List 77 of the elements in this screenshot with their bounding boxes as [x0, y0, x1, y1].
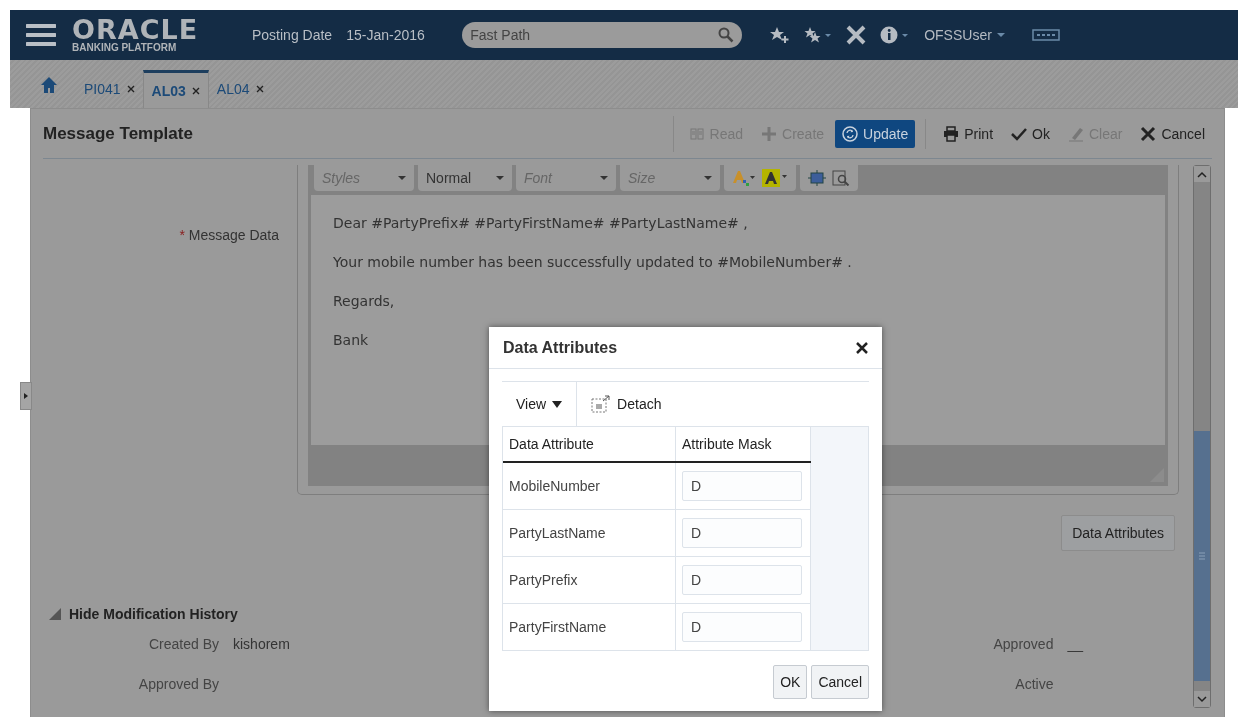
attribute-mask-field[interactable]: D — [682, 565, 802, 595]
caret-icon — [398, 175, 406, 181]
tab[interactable]: PI041 — [76, 70, 143, 108]
detach-button[interactable]: Detach — [577, 395, 676, 413]
update-button[interactable]: Update — [835, 119, 916, 148]
grip-icon — [1199, 552, 1205, 560]
message-paragraph: Regards, — [333, 293, 395, 309]
info-dropdown-icon[interactable] — [880, 26, 911, 44]
ok-button[interactable]: Ok — [1004, 119, 1057, 148]
attribute-mask-field[interactable]: D — [682, 471, 802, 501]
message-paragraph: Bank — [333, 332, 369, 348]
scroll-down-icon[interactable] — [1197, 695, 1207, 703]
star-plus-icon[interactable] — [770, 26, 791, 44]
close-tab-icon[interactable] — [191, 86, 200, 95]
dialog-button[interactable]: OK — [773, 665, 808, 699]
column-header: Data Attribute — [503, 427, 676, 462]
close-tab-icon[interactable] — [255, 85, 264, 93]
printer-icon — [943, 125, 960, 142]
refresh-icon — [842, 125, 859, 142]
table-cell: MobileNumber — [503, 462, 676, 510]
cancel-button[interactable]: Cancel — [1133, 119, 1212, 148]
field-label: Active — [1014, 676, 1054, 692]
logo-wordmark: ORACLE — [72, 17, 200, 42]
close-icon — [856, 342, 868, 354]
print-button[interactable]: Print — [936, 119, 1001, 148]
stars-dropdown-icon[interactable] — [804, 26, 833, 44]
message-data-label: * Message Data — [179, 227, 279, 243]
table-cell: PartyFirstName — [503, 603, 676, 650]
table-cell: PartyPrefix — [503, 556, 676, 604]
dialog-title: Data Attributes — [503, 338, 618, 357]
scroll-up-icon[interactable] — [1197, 170, 1207, 178]
text-color-icon[interactable] — [732, 170, 756, 186]
sidebar-handle[interactable] — [20, 382, 32, 410]
field-label: Approved By — [137, 676, 219, 692]
detach-icon — [591, 395, 612, 413]
message-paragraph: Dear #PartyPrefix# #PartyFirstName# #PartyLastName# , — [333, 215, 748, 231]
user-menu[interactable]: OFSSUser — [924, 27, 1006, 43]
eraser-icon — [1067, 125, 1084, 142]
attribute-mask-field[interactable]: D — [682, 518, 802, 548]
close-icon — [1140, 125, 1157, 142]
fast-path-search-field[interactable]: Fast Path — [462, 22, 743, 48]
data-attributes-button[interactable]: Data Attributes — [1061, 515, 1175, 551]
close-icon[interactable] — [846, 25, 867, 45]
posting-date-label: Posting Date — [252, 27, 333, 43]
caret-icon — [496, 175, 504, 181]
field-value: __ — [1067, 636, 1083, 652]
view-menu[interactable]: View — [502, 382, 578, 426]
posting-date-value: 15-Jan-2016 — [346, 27, 426, 43]
close-tab-icon[interactable] — [126, 85, 135, 93]
home-icon[interactable] — [40, 76, 58, 94]
message-paragraph: Your mobile number has been successfully updated to #MobileNumber# . — [333, 254, 852, 270]
dialog-button[interactable]: Cancel — [811, 665, 869, 699]
caret-icon — [995, 32, 1006, 38]
tab[interactable]: AL04 — [208, 70, 272, 108]
scrollbar[interactable] — [1193, 165, 1211, 708]
attribute-mask-field[interactable]: D — [682, 612, 802, 642]
triangle-icon — [49, 608, 61, 620]
plus-icon — [761, 125, 778, 142]
keyboard-icon[interactable] — [1031, 28, 1060, 42]
block-icon[interactable] — [808, 170, 826, 186]
menu-icon[interactable] — [26, 23, 56, 47]
logo-subtitle: BANKING PLATFORM — [72, 41, 178, 53]
caret-icon — [600, 175, 608, 181]
caret-icon — [704, 175, 712, 181]
field-label: Approved — [992, 636, 1054, 652]
preview-icon[interactable] — [832, 170, 850, 186]
page-title: Message Template — [43, 123, 193, 144]
scrollbar-thumb[interactable] — [1194, 431, 1210, 681]
caret-icon — [552, 400, 563, 408]
table-cell: PartyLastName — [503, 509, 676, 557]
field-label: Created By — [147, 636, 219, 652]
search-icon — [718, 27, 735, 43]
format-dropdown[interactable]: Normal — [418, 165, 512, 191]
field-value: kishorem — [233, 636, 290, 652]
highlight-color-icon[interactable] — [762, 169, 788, 187]
tab[interactable]: AL03 — [142, 70, 209, 108]
book-icon — [688, 125, 705, 142]
